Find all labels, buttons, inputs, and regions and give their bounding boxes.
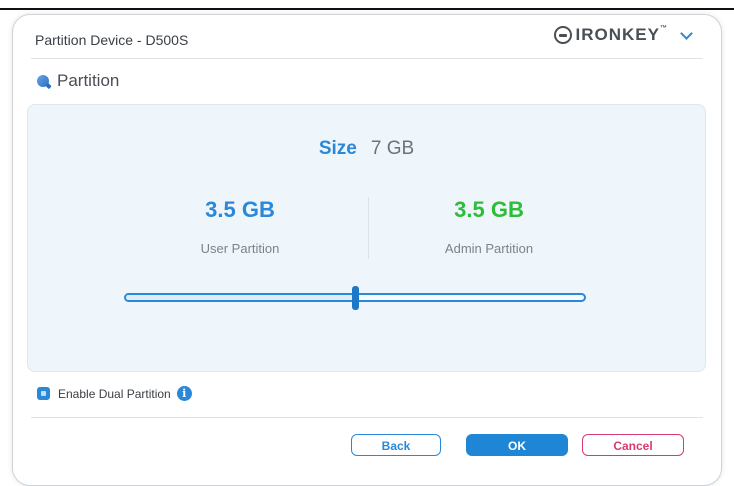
admin-partition-size: 3.5 GB bbox=[454, 197, 524, 222]
user-partition-column: 3.5 GB User Partition bbox=[130, 197, 350, 256]
size-value: 7 GB bbox=[370, 138, 415, 159]
partition-dialog: Partition Device - D500S IRONKEY™ Partit… bbox=[12, 14, 722, 486]
section-title: Partition bbox=[57, 71, 120, 90]
top-border-line bbox=[0, 8, 734, 10]
cancel-button[interactable]: Cancel bbox=[582, 434, 684, 456]
section-header: Partition bbox=[37, 71, 119, 91]
admin-partition-label: Admin Partition bbox=[444, 241, 534, 256]
window-title: Partition Device - D500S bbox=[35, 32, 189, 48]
user-partition-label: User Partition bbox=[200, 241, 280, 256]
slider-fill bbox=[126, 295, 355, 300]
admin-partition-column: 3.5 GB Admin Partition bbox=[379, 197, 599, 256]
ironkey-logo-icon bbox=[553, 26, 572, 44]
info-icon[interactable]: i bbox=[176, 386, 192, 401]
size-row: Size 7 GB bbox=[28, 138, 705, 160]
back-button[interactable]: Back bbox=[351, 434, 441, 456]
slider-thumb[interactable] bbox=[352, 286, 359, 310]
partition-panel: Size 7 GB 3.5 GB User Partition 3.5 GB Ad… bbox=[27, 104, 706, 372]
dual-partition-checkbox[interactable] bbox=[37, 387, 50, 400]
chevron-down-icon[interactable] bbox=[680, 26, 693, 40]
partition-slider[interactable] bbox=[124, 286, 586, 310]
ok-button[interactable]: OK bbox=[466, 434, 568, 456]
user-partition-size: 3.5 GB bbox=[205, 197, 275, 222]
dual-partition-label: Enable Dual Partition bbox=[58, 386, 171, 401]
dual-partition-option: Enable Dual Partition i bbox=[37, 386, 192, 401]
brand-menu[interactable]: IRONKEY™ bbox=[553, 25, 693, 45]
size-label: Size bbox=[318, 138, 357, 159]
column-separator bbox=[368, 197, 369, 259]
brand-name: IRONKEY™ bbox=[575, 25, 668, 44]
header-divider bbox=[31, 58, 703, 59]
title-bar: Partition Device - D500S IRONKEY™ bbox=[13, 15, 721, 59]
footer-divider bbox=[31, 417, 703, 418]
partition-icon bbox=[37, 75, 49, 87]
